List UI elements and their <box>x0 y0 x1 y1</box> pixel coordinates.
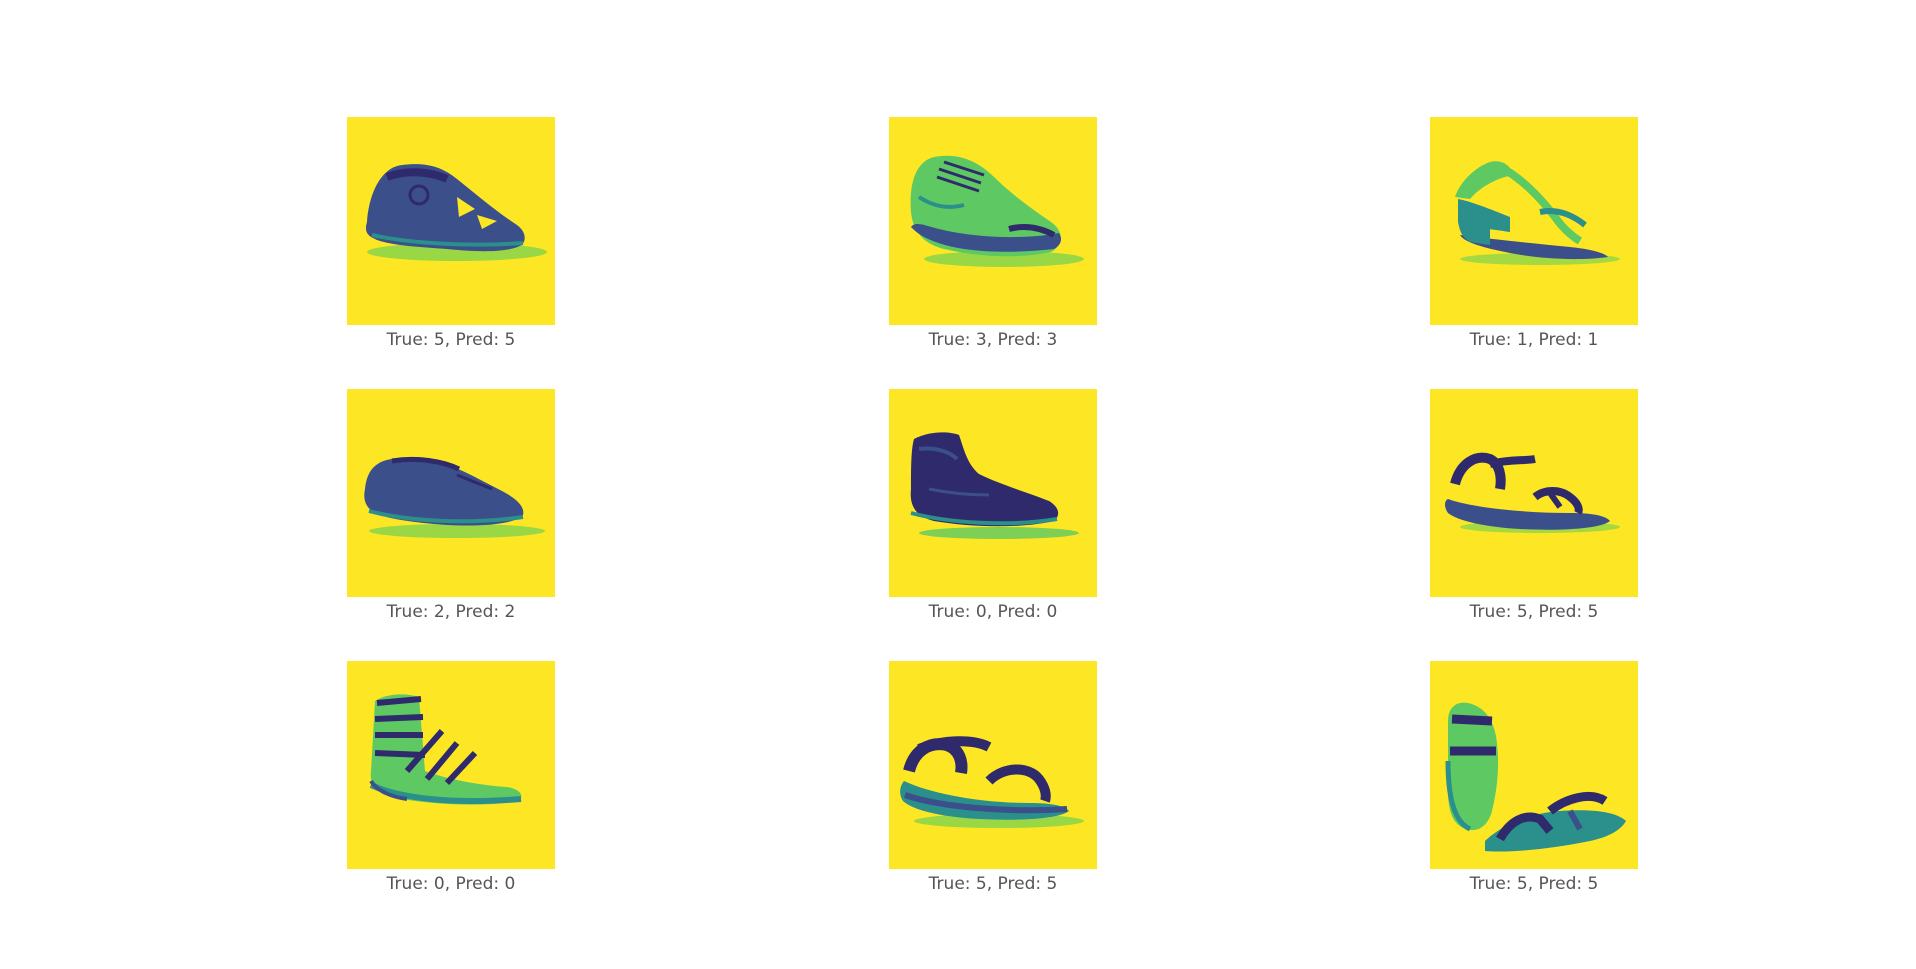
panel-caption: True: 5, Pred: 5 <box>1469 602 1599 622</box>
panel-5: True: 0, Pred: 0 <box>889 389 1097 623</box>
panel-caption: True: 5, Pred: 5 <box>928 874 1058 894</box>
panel-caption: True: 2, Pred: 2 <box>386 602 516 622</box>
panel-4: True: 2, Pred: 2 <box>347 389 555 623</box>
sandal-icon <box>347 117 555 325</box>
boot-icon <box>889 389 1097 597</box>
sandal-pair-icon <box>1430 661 1638 869</box>
strap-sandal-icon <box>1430 389 1638 597</box>
panel-caption: True: 5, Pred: 5 <box>386 330 516 350</box>
image-grid: True: 5, Pred: 5 True: 3, Pred: 3 True: … <box>0 0 1916 969</box>
sport-sandal-icon <box>889 661 1097 869</box>
panel-8: True: 5, Pred: 5 <box>889 661 1097 895</box>
loafer-icon <box>347 389 555 597</box>
panel-caption: True: 0, Pred: 0 <box>386 874 516 894</box>
panel-7: True: 0, Pred: 0 <box>347 661 555 895</box>
wedge-sandal-icon <box>1430 117 1638 325</box>
panel-9: True: 5, Pred: 5 <box>1430 661 1638 895</box>
panel-caption: True: 0, Pred: 0 <box>928 602 1058 622</box>
panel-caption: True: 1, Pred: 1 <box>1469 330 1599 350</box>
panel-2: True: 3, Pred: 3 <box>889 117 1097 351</box>
panel-1: True: 5, Pred: 5 <box>347 117 555 351</box>
gladiator-sandal-icon <box>347 661 555 869</box>
panel-3: True: 1, Pred: 1 <box>1430 117 1638 351</box>
sneaker-icon <box>889 117 1097 325</box>
panel-6: True: 5, Pred: 5 <box>1430 389 1638 623</box>
panel-caption: True: 5, Pred: 5 <box>1469 874 1599 894</box>
panel-caption: True: 3, Pred: 3 <box>928 330 1058 350</box>
